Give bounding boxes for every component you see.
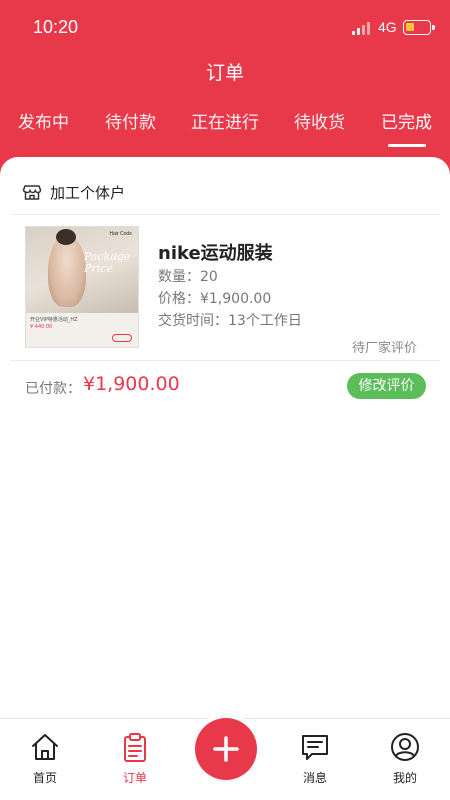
- status-time: 10:20: [33, 17, 79, 37]
- shop-header[interactable]: 加工个体户: [22, 180, 125, 204]
- nav-messages[interactable]: 消息: [270, 719, 360, 800]
- product-quantity: 数量：20: [158, 269, 218, 285]
- thumbnail-button: [112, 334, 132, 342]
- divider: [10, 214, 440, 215]
- order-status: 待厂家评价: [351, 341, 417, 356]
- shop-name: 加工个体户: [50, 183, 126, 202]
- paid-label: 已付款：: [25, 381, 81, 397]
- delivery-time: 交货时间：13个工作日: [158, 313, 302, 329]
- tab-pending-receipt[interactable]: 待收货: [294, 108, 345, 133]
- network-type: 4G: [378, 19, 397, 35]
- nav-orders-label: 订单: [122, 771, 147, 785]
- tab-publishing[interactable]: 发布中: [18, 108, 69, 133]
- message-icon: [302, 735, 328, 760]
- nav-home[interactable]: 首页: [0, 719, 90, 800]
- tab-in-progress[interactable]: 正在进行: [191, 108, 259, 133]
- nav-orders[interactable]: 订单: [90, 719, 180, 800]
- divider: [10, 360, 440, 361]
- thumbnail-brand: Hair Code: [109, 231, 132, 237]
- clipboard-icon: [124, 733, 146, 762]
- order-status-tabs: 发布中 待付款 正在进行 待收货 已完成: [0, 108, 450, 148]
- product-price: 价格：¥1,900.00: [158, 291, 272, 307]
- status-bar: 10:20 4G: [0, 0, 450, 56]
- tab-completed[interactable]: 已完成: [381, 108, 432, 133]
- nav-home-label: 首页: [32, 771, 57, 785]
- nav-profile-label: 我的: [392, 771, 417, 785]
- edit-review-button[interactable]: 修改评价: [347, 373, 426, 399]
- home-icon: [32, 734, 58, 760]
- nav-profile[interactable]: 我的: [360, 719, 450, 800]
- signal-icon: [352, 21, 372, 35]
- plus-icon: [213, 736, 239, 762]
- page-title: 订单: [205, 62, 244, 84]
- active-tab-indicator: [388, 144, 426, 147]
- profile-icon: [391, 733, 419, 761]
- store-icon: [22, 185, 42, 200]
- nav-messages-label: 消息: [302, 771, 327, 785]
- thumbnail-price: ¥ 440.00: [30, 324, 53, 330]
- paid-amount: ¥1,900.00: [83, 373, 180, 395]
- battery-icon: [403, 20, 435, 35]
- thumbnail-caption: 开业VIP特惠活动_HZ: [30, 317, 78, 323]
- add-order-button[interactable]: [195, 718, 257, 780]
- product-name[interactable]: nike运动服装: [158, 239, 273, 265]
- tab-pending-payment[interactable]: 待付款: [105, 108, 156, 133]
- thumbnail-script: Package Price: [84, 250, 131, 275]
- product-thumbnail[interactable]: Hair Code Package Price 开业VIP特惠活动_HZ ¥ 4…: [25, 226, 139, 348]
